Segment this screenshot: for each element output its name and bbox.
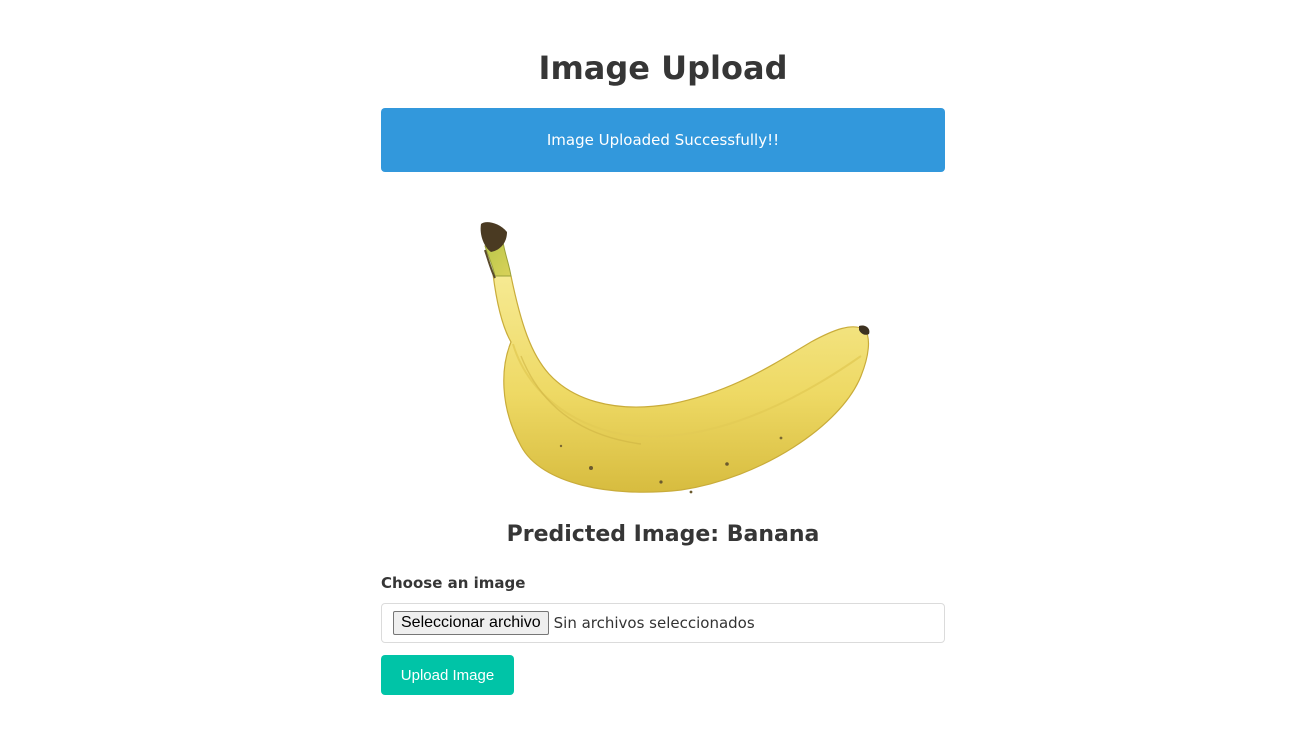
upload-image-button[interactable]: Upload Image bbox=[381, 655, 514, 695]
success-alert: Image Uploaded Successfully!! bbox=[381, 108, 945, 172]
file-status-text: Sin archivos seleccionados bbox=[553, 614, 755, 632]
page-title: Image Upload bbox=[538, 49, 788, 87]
choose-image-label: Choose an image bbox=[381, 574, 526, 592]
uploaded-image-preview bbox=[441, 206, 891, 506]
banana-image bbox=[480, 222, 870, 494]
prediction-result: Predicted Image: Banana bbox=[506, 522, 820, 547]
success-alert-message: Image Uploaded Successfully!! bbox=[546, 131, 780, 149]
file-input[interactable]: Seleccionar archivo Sin archivos selecci… bbox=[381, 603, 945, 643]
select-file-button[interactable]: Seleccionar archivo bbox=[393, 611, 549, 635]
